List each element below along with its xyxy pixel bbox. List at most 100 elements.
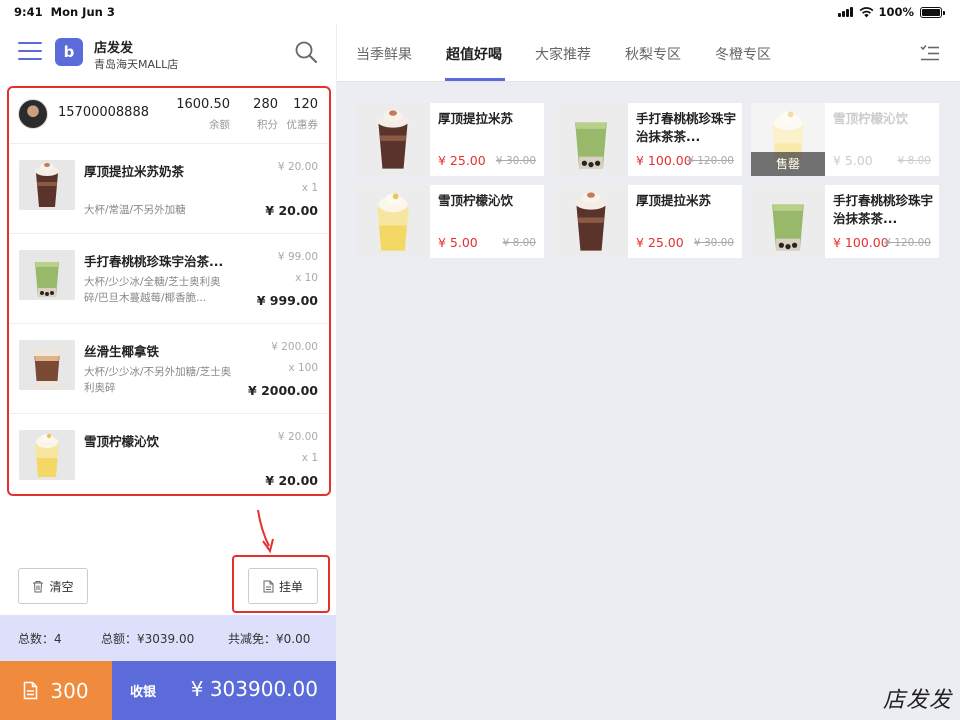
product-original-price: ¥ 120.00 bbox=[884, 237, 931, 249]
drink-thumbnail bbox=[751, 185, 825, 258]
product-card[interactable]: 手打春桃桃珍珠宇治抹茶茶... ¥ 100.00 ¥ 120.00 bbox=[554, 103, 742, 176]
tab-recommended[interactable]: 大家推荐 bbox=[535, 44, 591, 64]
tab-winter-orange[interactable]: 冬橙专区 bbox=[715, 44, 771, 64]
product-card[interactable]: 雪顶柠檬沁饮 ¥ 5.00 ¥ 8.00 bbox=[356, 185, 544, 258]
status-bar: 9:41 Mon Jun 3 100% bbox=[0, 0, 960, 24]
watermark: 店发发 bbox=[882, 688, 952, 713]
summary-discount: 共减免：¥0.00 bbox=[228, 632, 311, 646]
document-icon bbox=[24, 681, 38, 700]
cart-item-total: ¥ 20.00 bbox=[265, 203, 318, 218]
product-price: ¥ 5.00 bbox=[438, 235, 478, 250]
product-price: ¥ 25.00 bbox=[438, 153, 486, 168]
cart-item-qty: x 100 bbox=[288, 362, 318, 374]
cart-item[interactable]: 厚顶提拉米苏奶茶 大杯/常温/不另外加糖 ¥ 20.00 x 1 ¥ 20.00 bbox=[10, 144, 328, 234]
product-card-sold-out[interactable]: 售罄 雪顶柠檬沁饮 ¥ 5.00 ¥ 8.00 bbox=[751, 103, 939, 176]
checkout-amount: ¥ 303900.00 bbox=[190, 677, 318, 701]
checkout-footer: 300 收银 ¥ 303900.00 bbox=[0, 661, 336, 720]
member-phone: 15700008888 bbox=[58, 105, 149, 120]
avatar bbox=[18, 99, 48, 129]
store-logo: b bbox=[55, 38, 83, 66]
order-panel-header: b 店发发 青岛海天MALL店 bbox=[0, 24, 336, 82]
tab-seasonal-fruit[interactable]: 当季鲜果 bbox=[356, 44, 412, 64]
hang-order-label: 挂单 bbox=[278, 579, 303, 594]
member-coupons: 120 优惠券 bbox=[286, 97, 319, 131]
product-name: 雪顶柠檬沁饮 bbox=[438, 193, 514, 208]
hang-order-button[interactable]: 挂单 bbox=[248, 568, 318, 604]
cart-item-spec: 大杯/常温/不另外加糖 bbox=[84, 204, 186, 216]
cart-item-qty: x 10 bbox=[295, 272, 318, 284]
drink-thumbnail bbox=[19, 160, 75, 210]
trash-icon bbox=[33, 580, 44, 592]
product-name: 厚顶提拉米苏 bbox=[438, 111, 514, 126]
hamburger-icon[interactable] bbox=[18, 42, 42, 62]
member-balance: 1600.50 余额 bbox=[176, 97, 230, 131]
cart-item[interactable]: 丝滑生椰拿铁 大杯/少少冰/不另外加糖/芝士奥利奥碎 ¥ 200.00 x 10… bbox=[10, 324, 328, 414]
status-right: 100% bbox=[838, 5, 945, 19]
tab-value-drinks[interactable]: 超值好喝 bbox=[446, 44, 502, 64]
checkout-button[interactable]: 收银 ¥ 303900.00 bbox=[112, 661, 336, 720]
store-branch: 青岛海天MALL店 bbox=[94, 58, 179, 71]
product-original-price: ¥ 8.00 bbox=[502, 237, 536, 249]
category-tabs: 当季鲜果 超值好喝 大家推荐 秋梨专区 冬橙专区 bbox=[337, 24, 960, 82]
cart-item-price: ¥ 20.00 bbox=[277, 161, 318, 173]
cart-item[interactable]: 手打春桃桃珍珠宇治茶... 大杯/少少冰/全糖/芝士奥利奥碎/巴旦木蔓越莓/椰香… bbox=[10, 234, 328, 324]
product-card[interactable]: 手打春桃桃珍珠宇治抹茶茶... ¥ 100.00 ¥ 120.00 bbox=[751, 185, 939, 258]
drink-thumbnail bbox=[554, 103, 628, 176]
checklist-icon[interactable] bbox=[920, 44, 940, 62]
product-price: ¥ 100.00 bbox=[636, 153, 692, 168]
drink-thumbnail bbox=[356, 103, 430, 176]
cart-item-spec: 大杯/少少冰/不另外加糖/芝士奥利奥碎 bbox=[84, 366, 232, 394]
annotation-arrow-icon bbox=[257, 509, 274, 554]
status-time: 9:41 Mon Jun 3 bbox=[14, 5, 115, 19]
cart-item-total: ¥ 999.00 bbox=[256, 293, 318, 308]
cart-item[interactable]: 雪顶柠檬沁饮 ¥ 20.00 x 1 ¥ 20.00 bbox=[10, 414, 328, 504]
product-original-price: ¥ 120.00 bbox=[687, 155, 734, 167]
summary-count: 总数：4 bbox=[18, 632, 62, 646]
product-name: 手打春桃桃珍珠宇治抹茶茶... bbox=[833, 193, 933, 226]
battery-percent: 100% bbox=[878, 5, 914, 19]
product-name: 手打春桃桃珍珠宇治抹茶茶... bbox=[636, 111, 736, 144]
product-card[interactable]: 厚顶提拉米苏 ¥ 25.00 ¥ 30.00 bbox=[356, 103, 544, 176]
drink-thumbnail bbox=[19, 430, 75, 480]
product-price: ¥ 5.00 bbox=[833, 153, 873, 168]
pending-orders-count: 300 bbox=[50, 678, 89, 703]
cart-item-total: ¥ 20.00 bbox=[265, 473, 318, 488]
member-points: 280 积分 bbox=[253, 97, 278, 131]
clear-cart-label: 清空 bbox=[49, 579, 74, 594]
sold-out-badge: 售罄 bbox=[751, 152, 825, 176]
signal-icon bbox=[838, 7, 854, 17]
order-summary: 总数：4 总额：¥3039.00 共减免：¥0.00 bbox=[0, 615, 336, 661]
product-name: 雪顶柠檬沁饮 bbox=[833, 111, 909, 126]
drink-thumbnail bbox=[19, 340, 75, 390]
cart-item-name: 厚顶提拉米苏奶茶 bbox=[84, 164, 185, 179]
member-info[interactable]: 15700008888 1600.50 余额 280 积分 120 优惠券 bbox=[10, 88, 328, 144]
cart-item-name: 手打春桃桃珍珠宇治茶... bbox=[84, 254, 224, 269]
search-icon[interactable] bbox=[294, 40, 318, 64]
pending-orders-button[interactable]: 300 bbox=[0, 661, 112, 720]
cart-item-name: 雪顶柠檬沁饮 bbox=[84, 434, 160, 449]
cart-item-qty: x 1 bbox=[301, 452, 318, 464]
summary-total: 总额：¥3039.00 bbox=[101, 632, 195, 646]
product-price: ¥ 25.00 bbox=[636, 235, 684, 250]
cart-item-price: ¥ 99.00 bbox=[277, 251, 318, 263]
battery-icon bbox=[920, 6, 945, 18]
cart-item-total: ¥ 2000.00 bbox=[248, 383, 318, 398]
clear-cart-button[interactable]: 清空 bbox=[18, 568, 88, 604]
product-name: 厚顶提拉米苏 bbox=[636, 193, 712, 208]
cart-item-price: ¥ 20.00 bbox=[277, 431, 318, 443]
document-icon bbox=[263, 580, 274, 592]
cart-item-spec: 大杯/少少冰/全糖/芝士奥利奥碎/巴旦木蔓越莓/椰香脆... bbox=[84, 276, 221, 304]
drink-thumbnail bbox=[356, 185, 430, 258]
product-original-price: ¥ 30.00 bbox=[495, 155, 536, 167]
tab-autumn-pear[interactable]: 秋梨专区 bbox=[625, 44, 681, 64]
product-original-price: ¥ 8.00 bbox=[897, 155, 931, 167]
drink-thumbnail bbox=[19, 250, 75, 300]
cart-item-price: ¥ 200.00 bbox=[271, 341, 318, 353]
order-panel: b 店发发 青岛海天MALL店 15700008888 1600.50 余额 28… bbox=[0, 24, 336, 720]
store-name: 店发发 bbox=[94, 41, 134, 56]
cart-item-qty: x 1 bbox=[301, 182, 318, 194]
drink-thumbnail bbox=[554, 185, 628, 258]
wifi-icon bbox=[860, 6, 874, 17]
product-card[interactable]: 厚顶提拉米苏 ¥ 25.00 ¥ 30.00 bbox=[554, 185, 742, 258]
product-price: ¥ 100.00 bbox=[833, 235, 889, 250]
